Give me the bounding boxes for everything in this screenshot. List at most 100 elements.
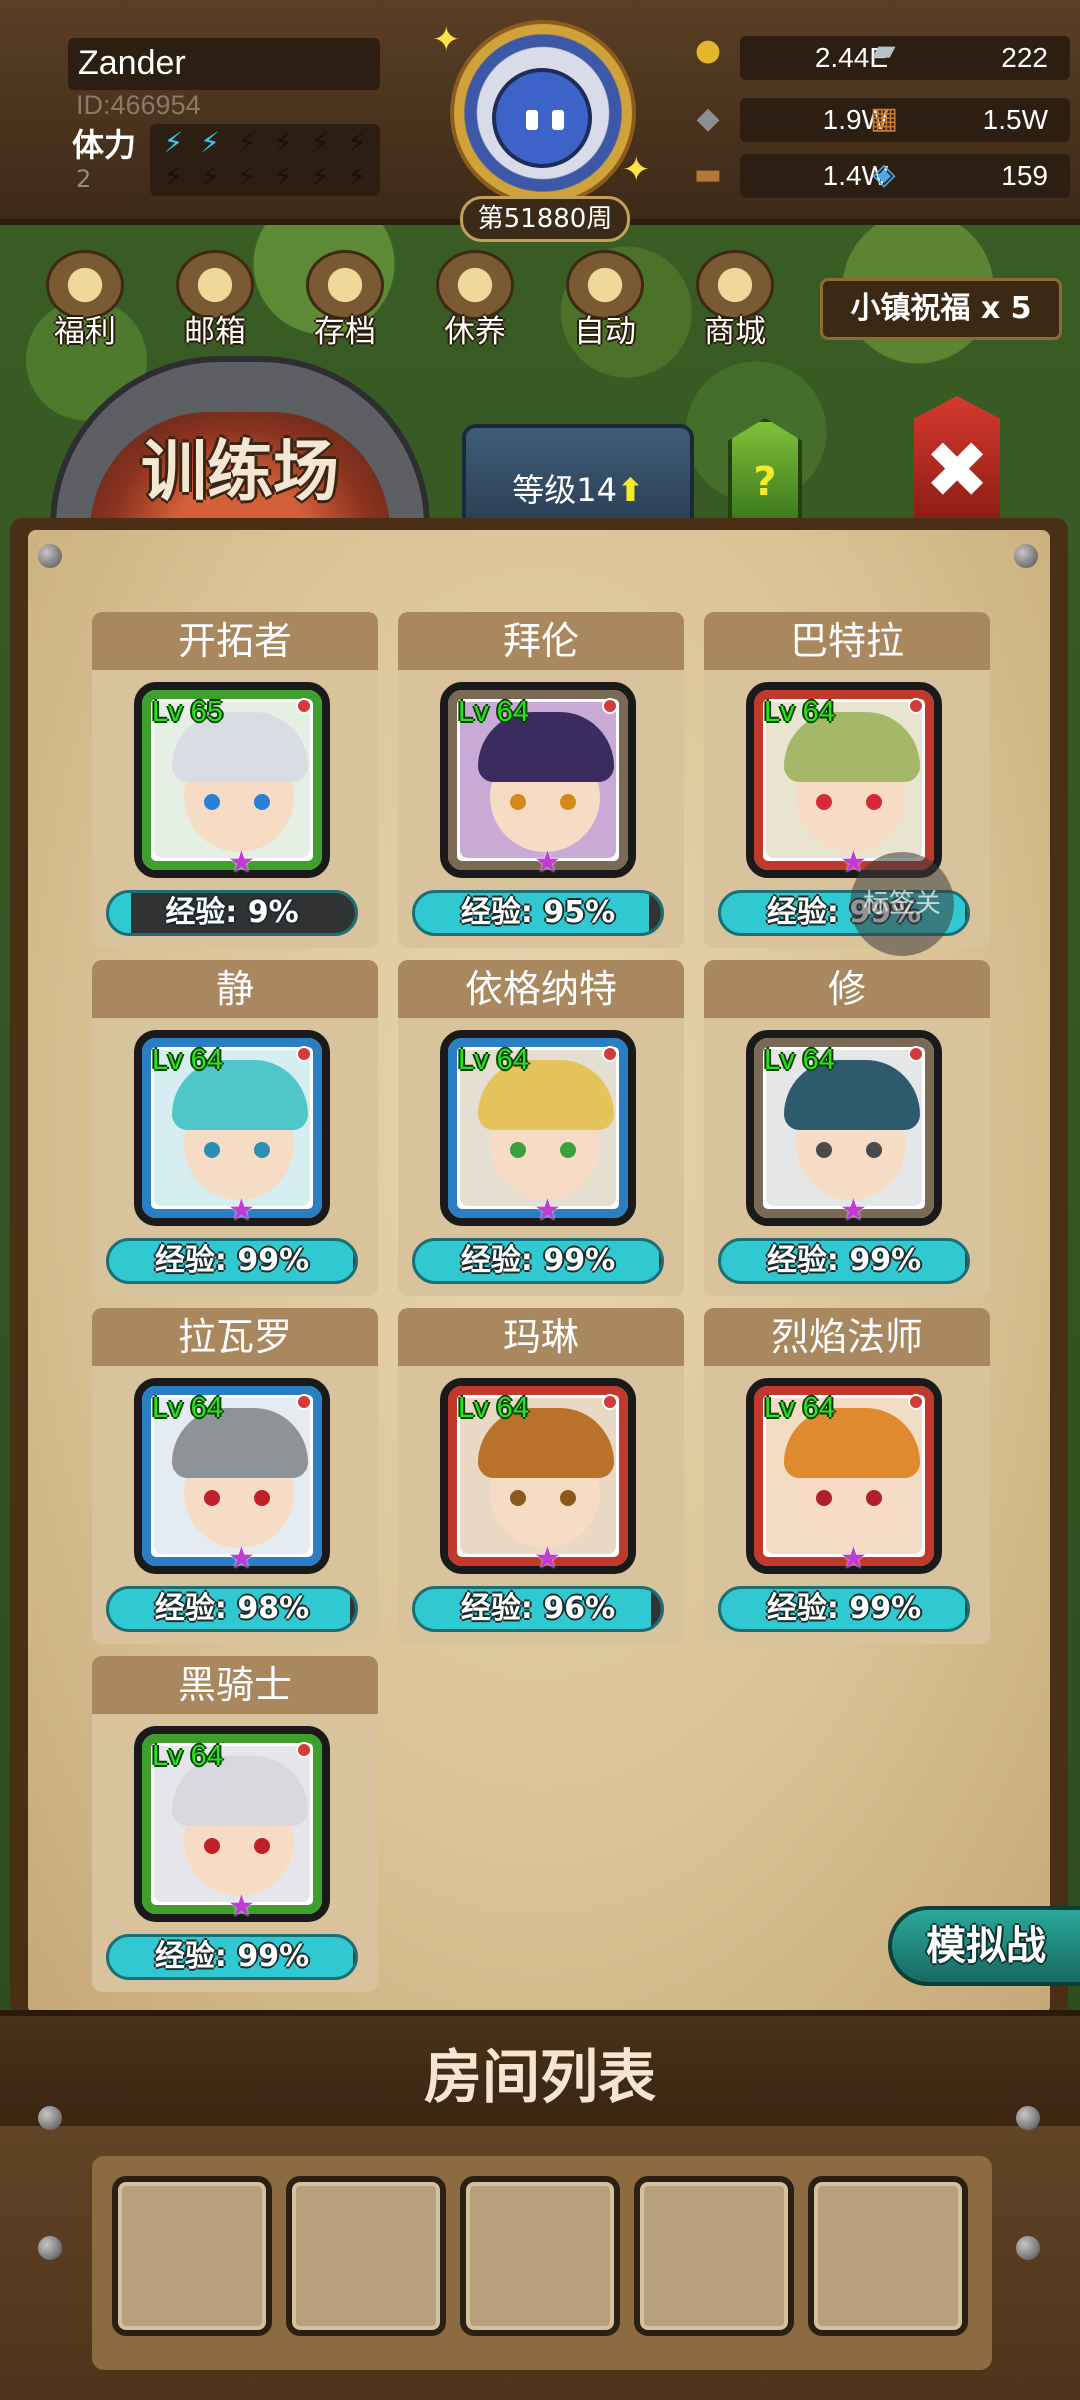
simulate-battle-button[interactable]: 模拟战 [888,1906,1080,1986]
exp-label: 经验: 99% [154,1243,310,1278]
hero-portrait[interactable]: Lv 64 ★ [134,1378,330,1576]
hero-name: 玛琳 [398,1308,684,1366]
hero-portrait[interactable]: Lv 64 ★ [440,682,636,880]
hero-card[interactable]: 黑骑士 Lv 64 ★ 经验: 99% [92,1656,378,1992]
room-slot[interactable] [808,2176,968,2336]
hero-name: 开拓者 [92,612,378,670]
gold-coin-icon: ● [694,32,722,68]
room-slot[interactable] [634,2176,794,2336]
menu-item[interactable]: 存档 [290,250,400,360]
exp-bar: 经验: 99% [106,1238,358,1284]
exp-label: 经验: 99% [154,1939,310,1974]
hero-portrait[interactable]: Lv 64 ★ [134,1030,330,1228]
stamina-bolt-icon: ⚡ [200,160,220,193]
hero-level: Lv 64 [152,1740,223,1772]
menu-item[interactable]: 商城 [680,250,790,360]
hero-level: Lv 65 [152,696,223,728]
exp-bar: 经验: 95% [412,890,664,936]
close-button[interactable]: ✖ [914,396,1000,522]
hero-level: Lv 64 [152,1392,223,1424]
menu-item-label: 福利 [54,314,116,350]
exp-label: 经验: 95% [460,895,616,930]
room-list: 房间列表 [0,2010,1080,2400]
star-icon: ★ [228,845,255,880]
stamina-bolt-icon: ⚡ [346,126,367,159]
hero-card[interactable]: 修 Lv 64 ★ 经验: 99% [704,960,990,1296]
rivet-icon [38,2106,62,2130]
wood-log-icon: ▬ [693,156,723,192]
exp-bar: 经验: 99% [412,1238,664,1284]
top-status-bar: Zander ID:466954 体力 2 ⚡ ⚡ ⚡ ⚡ ⚡ ⚡ ⚡ ⚡ ⚡ … [0,0,1080,242]
hero-level: Lv 64 [764,696,835,728]
hero-portrait[interactable]: Lv 64 ★ [746,1378,942,1576]
room-slot[interactable] [460,2176,620,2336]
iron-ingot-icon: ▰ [872,32,896,68]
hero-card[interactable]: 拜伦 Lv 64 ★ 经验: 95% [398,612,684,948]
hero-name: 拜伦 [398,612,684,670]
notification-dot-icon [908,1394,924,1410]
menu-item[interactable]: 休养 [420,250,530,360]
notification-dot-icon [296,1046,312,1062]
menu-item[interactable]: 自动 [550,250,660,360]
player-id: ID:466954 [76,90,201,120]
star-icon: ★ [840,1193,867,1228]
hero-level: Lv 64 [764,1044,835,1076]
notification-dot-icon [602,1394,618,1410]
menu-item-label: 自动 [574,314,636,350]
star-icon: ★ [534,1541,561,1576]
hero-card[interactable]: 静 Lv 64 ★ 经验: 99% [92,960,378,1296]
menu-item-label: 存档 [314,314,376,350]
exp-label: 经验: 99% [766,1243,922,1278]
exp-bar: 经验: 99% [718,1586,970,1632]
room-slot-row [92,2156,992,2370]
sparkle-icon: ✦ [432,20,461,60]
resource-value: 159 [900,154,1070,198]
resource-value: 222 [900,36,1070,80]
hero-card[interactable]: 拉瓦罗 Lv 64 ★ 经验: 98% [92,1308,378,1644]
blue-crystal-icon: ◈ [872,156,896,192]
hero-portrait[interactable]: Lv 64 ★ [746,1030,942,1228]
hero-card[interactable]: 开拓者 Lv 65 ★ 经验: 9% [92,612,378,948]
tag-filter-toggle[interactable]: 标签关 [850,852,954,956]
stamina-meter[interactable]: ⚡ ⚡ ⚡ ⚡ ⚡ ⚡ ⚡ ⚡ ⚡ ⚡ ⚡ ⚡ [150,124,380,196]
exp-bar: 经验: 96% [412,1586,664,1632]
notification-dot-icon [296,1394,312,1410]
town-blessing-badge[interactable]: 小镇祝福 x 5 [820,278,1062,340]
hero-level: Lv 64 [458,696,529,728]
player-name[interactable]: Zander [68,38,380,90]
exp-label: 经验: 99% [460,1243,616,1278]
hero-portrait[interactable]: Lv 64 ★ [440,1030,636,1228]
room-slot[interactable] [286,2176,446,2336]
hero-portrait[interactable]: Lv 65 ★ [134,682,330,880]
resource-value: 1.5W [900,98,1070,142]
hero-card[interactable]: 依格纳特 Lv 64 ★ 经验: 99% [398,960,684,1296]
leather-hide-icon: ▦ [869,100,899,136]
room-slot[interactable] [112,2176,272,2336]
hero-name: 烈焰法师 [704,1308,990,1366]
hero-name: 黑骑士 [92,1656,378,1714]
menu-item[interactable]: 福利 [30,250,140,360]
hero-portrait[interactable]: Lv 64 ★ [440,1378,636,1576]
avatar-robot-icon [492,68,592,168]
stamina-bolt-icon: ⚡ [236,160,257,193]
hero-level: Lv 64 [458,1044,529,1076]
player-avatar[interactable]: ✦ ✦ ✦ 第51880周 [432,20,652,242]
rivet-icon [1016,2236,1040,2260]
hero-card[interactable]: 玛琳 Lv 64 ★ 经验: 96% [398,1308,684,1644]
hero-portrait[interactable]: Lv 64 ★ [746,682,942,880]
hero-name: 静 [92,960,378,1018]
hero-name: 巴特拉 [704,612,990,670]
hero-card[interactable]: 烈焰法师 Lv 64 ★ 经验: 99% [704,1308,990,1644]
star-icon: ★ [228,1889,255,1924]
rivet-icon [38,544,62,568]
stamina-value: 2 [76,165,92,193]
exp-label: 经验: 99% [766,1591,922,1626]
menu-item[interactable]: 邮箱 [160,250,270,360]
rivet-icon [38,2236,62,2260]
hero-portrait[interactable]: Lv 64 ★ [134,1726,330,1924]
stamina-bolt-icon: ⚡ [236,126,257,159]
level-tab[interactable]: 等级14⬆ [462,424,694,524]
notification-dot-icon [602,698,618,714]
star-icon: ★ [534,845,561,880]
rivet-icon [1016,2106,1040,2130]
